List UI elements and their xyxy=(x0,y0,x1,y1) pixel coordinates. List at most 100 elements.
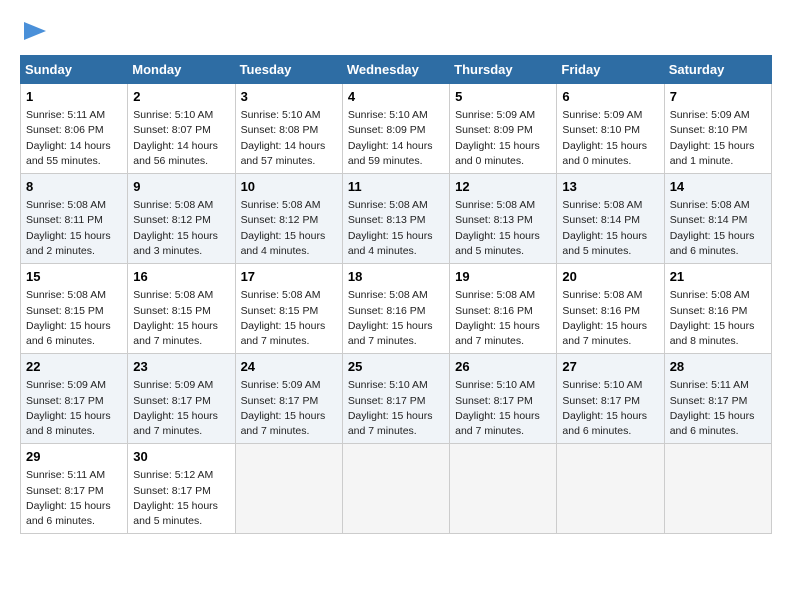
day-number: 24 xyxy=(241,358,337,376)
day-number: 21 xyxy=(670,268,766,286)
calendar-cell: 5 Sunrise: 5:09 AM Sunset: 8:09 PM Daylig… xyxy=(450,84,557,174)
calendar-cell: 22 Sunrise: 5:09 AM Sunset: 8:17 PM Dayli… xyxy=(21,354,128,444)
day-info: Sunrise: 5:09 AM Sunset: 8:10 PM Dayligh… xyxy=(562,108,658,169)
day-number: 17 xyxy=(241,268,337,286)
calendar-cell: 24 Sunrise: 5:09 AM Sunset: 8:17 PM Dayli… xyxy=(235,354,342,444)
calendar-cell: 1 Sunrise: 5:11 AM Sunset: 8:06 PM Daylig… xyxy=(21,84,128,174)
day-info: Sunrise: 5:08 AM Sunset: 8:13 PM Dayligh… xyxy=(455,198,551,259)
calendar-cell: 26 Sunrise: 5:10 AM Sunset: 8:17 PM Dayli… xyxy=(450,354,557,444)
day-info: Sunrise: 5:10 AM Sunset: 8:17 PM Dayligh… xyxy=(455,378,551,439)
day-header-friday: Friday xyxy=(557,56,664,84)
day-info: Sunrise: 5:08 AM Sunset: 8:12 PM Dayligh… xyxy=(133,198,229,259)
day-number: 30 xyxy=(133,448,229,466)
day-info: Sunrise: 5:08 AM Sunset: 8:11 PM Dayligh… xyxy=(26,198,122,259)
day-number: 10 xyxy=(241,178,337,196)
day-number: 7 xyxy=(670,88,766,106)
day-number: 19 xyxy=(455,268,551,286)
day-number: 13 xyxy=(562,178,658,196)
day-info: Sunrise: 5:09 AM Sunset: 8:17 PM Dayligh… xyxy=(26,378,122,439)
calendar-week-row: 8 Sunrise: 5:08 AM Sunset: 8:11 PM Daylig… xyxy=(21,174,772,264)
calendar-week-row: 1 Sunrise: 5:11 AM Sunset: 8:06 PM Daylig… xyxy=(21,84,772,174)
day-number: 18 xyxy=(348,268,444,286)
calendar-table: SundayMondayTuesdayWednesdayThursdayFrid… xyxy=(20,55,772,534)
day-number: 9 xyxy=(133,178,229,196)
day-info: Sunrise: 5:12 AM Sunset: 8:17 PM Dayligh… xyxy=(133,468,229,529)
day-number: 5 xyxy=(455,88,551,106)
day-header-wednesday: Wednesday xyxy=(342,56,449,84)
day-info: Sunrise: 5:10 AM Sunset: 8:17 PM Dayligh… xyxy=(562,378,658,439)
calendar-week-row: 15Sunrise: 5:08 AM Sunset: 8:15 PM Dayli… xyxy=(21,264,772,354)
calendar-cell xyxy=(342,444,449,534)
day-info: Sunrise: 5:08 AM Sunset: 8:15 PM Dayligh… xyxy=(26,288,122,349)
day-number: 20 xyxy=(562,268,658,286)
day-info: Sunrise: 5:08 AM Sunset: 8:12 PM Dayligh… xyxy=(241,198,337,259)
calendar-cell: 19Sunrise: 5:08 AM Sunset: 8:16 PM Dayli… xyxy=(450,264,557,354)
calendar-cell: 8 Sunrise: 5:08 AM Sunset: 8:11 PM Daylig… xyxy=(21,174,128,264)
day-number: 3 xyxy=(241,88,337,106)
calendar-cell: 3 Sunrise: 5:10 AM Sunset: 8:08 PM Daylig… xyxy=(235,84,342,174)
day-info: Sunrise: 5:08 AM Sunset: 8:15 PM Dayligh… xyxy=(241,288,337,349)
day-info: Sunrise: 5:08 AM Sunset: 8:14 PM Dayligh… xyxy=(562,198,658,259)
day-info: Sunrise: 5:08 AM Sunset: 8:16 PM Dayligh… xyxy=(562,288,658,349)
day-number: 22 xyxy=(26,358,122,376)
calendar-cell: 7 Sunrise: 5:09 AM Sunset: 8:10 PM Daylig… xyxy=(664,84,771,174)
day-info: Sunrise: 5:11 AM Sunset: 8:06 PM Dayligh… xyxy=(26,108,122,169)
calendar-cell: 17 Sunrise: 5:08 AM Sunset: 8:15 PM Dayli… xyxy=(235,264,342,354)
day-number: 14 xyxy=(670,178,766,196)
day-info: Sunrise: 5:09 AM Sunset: 8:17 PM Dayligh… xyxy=(241,378,337,439)
day-info: Sunrise: 5:11 AM Sunset: 8:17 PM Dayligh… xyxy=(26,468,122,529)
logo-arrow-icon xyxy=(24,22,46,40)
day-info: Sunrise: 5:08 AM Sunset: 8:15 PM Dayligh… xyxy=(133,288,229,349)
calendar-cell xyxy=(235,444,342,534)
day-info: Sunrise: 5:08 AM Sunset: 8:14 PM Dayligh… xyxy=(670,198,766,259)
calendar-cell: 11Sunrise: 5:08 AM Sunset: 8:13 PM Dayli… xyxy=(342,174,449,264)
calendar-header-row: SundayMondayTuesdayWednesdayThursdayFrid… xyxy=(21,56,772,84)
day-info: Sunrise: 5:10 AM Sunset: 8:07 PM Dayligh… xyxy=(133,108,229,169)
day-info: Sunrise: 5:11 AM Sunset: 8:17 PM Dayligh… xyxy=(670,378,766,439)
calendar-cell: 13 Sunrise: 5:08 AM Sunset: 8:14 PM Dayli… xyxy=(557,174,664,264)
day-header-saturday: Saturday xyxy=(664,56,771,84)
calendar-cell: 27Sunrise: 5:10 AM Sunset: 8:17 PM Dayli… xyxy=(557,354,664,444)
calendar-cell: 28 Sunrise: 5:11 AM Sunset: 8:17 PM Dayli… xyxy=(664,354,771,444)
day-number: 12 xyxy=(455,178,551,196)
calendar-cell: 12 Sunrise: 5:08 AM Sunset: 8:13 PM Dayli… xyxy=(450,174,557,264)
day-info: Sunrise: 5:09 AM Sunset: 8:10 PM Dayligh… xyxy=(670,108,766,169)
calendar-cell: 14 Sunrise: 5:08 AM Sunset: 8:14 PM Dayli… xyxy=(664,174,771,264)
day-number: 25 xyxy=(348,358,444,376)
calendar-week-row: 22 Sunrise: 5:09 AM Sunset: 8:17 PM Dayli… xyxy=(21,354,772,444)
day-number: 28 xyxy=(670,358,766,376)
calendar-cell: 9 Sunrise: 5:08 AM Sunset: 8:12 PM Daylig… xyxy=(128,174,235,264)
day-header-tuesday: Tuesday xyxy=(235,56,342,84)
day-header-monday: Monday xyxy=(128,56,235,84)
day-number: 16 xyxy=(133,268,229,286)
calendar-cell xyxy=(450,444,557,534)
day-info: Sunrise: 5:08 AM Sunset: 8:13 PM Dayligh… xyxy=(348,198,444,259)
day-number: 26 xyxy=(455,358,551,376)
day-number: 1 xyxy=(26,88,122,106)
day-info: Sunrise: 5:09 AM Sunset: 8:09 PM Dayligh… xyxy=(455,108,551,169)
day-number: 6 xyxy=(562,88,658,106)
day-info: Sunrise: 5:08 AM Sunset: 8:16 PM Dayligh… xyxy=(348,288,444,349)
calendar-cell: 4 Sunrise: 5:10 AM Sunset: 8:09 PM Daylig… xyxy=(342,84,449,174)
day-header-thursday: Thursday xyxy=(450,56,557,84)
calendar-cell: 30 Sunrise: 5:12 AM Sunset: 8:17 PM Dayli… xyxy=(128,444,235,534)
day-info: Sunrise: 5:10 AM Sunset: 8:08 PM Dayligh… xyxy=(241,108,337,169)
day-info: Sunrise: 5:08 AM Sunset: 8:16 PM Dayligh… xyxy=(670,288,766,349)
calendar-cell: 21 Sunrise: 5:08 AM Sunset: 8:16 PM Dayli… xyxy=(664,264,771,354)
calendar-cell: 23Sunrise: 5:09 AM Sunset: 8:17 PM Dayli… xyxy=(128,354,235,444)
day-info: Sunrise: 5:09 AM Sunset: 8:17 PM Dayligh… xyxy=(133,378,229,439)
calendar-cell xyxy=(664,444,771,534)
day-number: 8 xyxy=(26,178,122,196)
calendar-cell: 18 Sunrise: 5:08 AM Sunset: 8:16 PM Dayli… xyxy=(342,264,449,354)
page-header xyxy=(20,20,772,45)
logo xyxy=(20,20,46,45)
calendar-cell: 2Sunrise: 5:10 AM Sunset: 8:07 PM Daylig… xyxy=(128,84,235,174)
day-info: Sunrise: 5:10 AM Sunset: 8:09 PM Dayligh… xyxy=(348,108,444,169)
calendar-cell: 10 Sunrise: 5:08 AM Sunset: 8:12 PM Dayli… xyxy=(235,174,342,264)
calendar-cell: 16 Sunrise: 5:08 AM Sunset: 8:15 PM Dayli… xyxy=(128,264,235,354)
calendar-cell: 29 Sunrise: 5:11 AM Sunset: 8:17 PM Dayli… xyxy=(21,444,128,534)
day-info: Sunrise: 5:10 AM Sunset: 8:17 PM Dayligh… xyxy=(348,378,444,439)
day-number: 4 xyxy=(348,88,444,106)
day-number: 29 xyxy=(26,448,122,466)
calendar-cell: 15Sunrise: 5:08 AM Sunset: 8:15 PM Dayli… xyxy=(21,264,128,354)
